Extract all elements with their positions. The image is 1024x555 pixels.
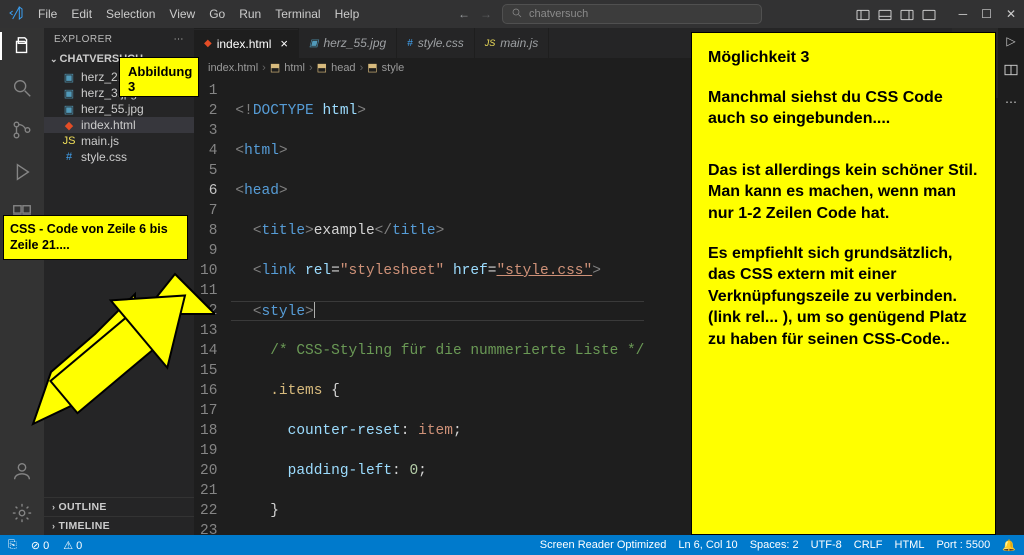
annotation-title: Möglichkeit 3 <box>708 47 979 69</box>
annotation-p1: Manchmal siehst du CSS Code auch so eing… <box>708 87 979 130</box>
status-remote-icon[interactable]: ⎘ <box>8 539 17 552</box>
file-label: style.css <box>81 150 127 164</box>
file-item[interactable]: ◆ index.html <box>44 117 194 133</box>
image-icon: ▣ <box>62 102 76 116</box>
chevron-right-icon: › <box>52 521 55 531</box>
menu-selection[interactable]: Selection <box>100 5 161 23</box>
html-icon: ◆ <box>62 118 76 132</box>
tab-label: herz_55.jpg <box>323 36 386 50</box>
menu-view[interactable]: View <box>163 5 201 23</box>
menu-go[interactable]: Go <box>203 5 231 23</box>
tab-label: style.css <box>418 36 464 50</box>
breadcrumb-item[interactable]: head <box>331 62 355 74</box>
chevron-down-icon: ⌄ <box>50 54 58 65</box>
outline-section[interactable]: › OUTLINE <box>44 497 194 516</box>
annotation-explain: Möglichkeit 3 Manchmal siehst du CSS Cod… <box>691 32 996 535</box>
js-icon: JS <box>485 38 496 48</box>
status-eol[interactable]: CRLF <box>854 539 883 552</box>
timeline-section[interactable]: › TIMELINE <box>44 516 194 535</box>
activity-settings-icon[interactable] <box>10 501 34 525</box>
status-ln-col[interactable]: Ln 6, Col 10 <box>678 539 737 552</box>
activity-account-icon[interactable] <box>10 459 34 483</box>
annotation-p3: Es empfiehlt sich grundsätzlich, das CSS… <box>708 243 979 351</box>
html-icon: ◆ <box>204 38 212 49</box>
nav-back-icon[interactable]: ← <box>458 7 470 21</box>
main-menu: File Edit Selection View Go Run Terminal… <box>32 5 365 23</box>
activity-debug-icon[interactable] <box>10 160 34 184</box>
search-icon <box>511 7 523 22</box>
outline-label: OUTLINE <box>59 501 107 513</box>
status-bar: ⎘ ⊘ 0 ⚠ 0 Screen Reader Optimized Ln 6, … <box>0 535 1024 555</box>
tab-label: index.html <box>217 37 272 51</box>
menu-terminal[interactable]: Terminal <box>269 5 326 23</box>
layout-right-icon[interactable] <box>899 7 913 21</box>
editor-actions: ▷ ⋯ <box>998 28 1024 535</box>
status-errors[interactable]: ⊘ 0 <box>31 539 49 552</box>
image-icon: ▣ <box>62 86 76 100</box>
status-bell-icon[interactable]: 🔔 <box>1002 539 1016 552</box>
tab-label: main.js <box>500 36 538 50</box>
tab-main-js[interactable]: JS main.js <box>475 28 550 58</box>
window-minimize-icon[interactable]: ─ <box>959 7 968 21</box>
annotation-p2: Das ist allerdings kein schöner Stil. Ma… <box>708 160 979 225</box>
menu-help[interactable]: Help <box>329 5 366 23</box>
breadcrumb-item[interactable]: index.html <box>208 62 258 74</box>
image-icon: ▣ <box>309 38 318 49</box>
annotation-arrow-icon <box>15 254 215 447</box>
file-label: index.html <box>81 118 136 132</box>
css-icon: # <box>407 38 413 49</box>
status-warnings[interactable]: ⚠ 0 <box>63 539 82 552</box>
annotation-abbildung: Abbildung 3 <box>119 57 199 97</box>
layout-bottom-icon[interactable] <box>877 7 891 21</box>
tab-index-html[interactable]: ◆ index.html × <box>194 28 299 58</box>
chevron-right-icon: › <box>262 62 266 74</box>
menu-run[interactable]: Run <box>233 5 267 23</box>
layout-side-icon[interactable] <box>855 7 869 21</box>
nav-forward-icon[interactable]: → <box>480 7 492 21</box>
breadcrumb-item[interactable]: style <box>382 62 405 74</box>
menu-file[interactable]: File <box>32 5 63 23</box>
menu-edit[interactable]: Edit <box>65 5 98 23</box>
tab-style-css[interactable]: # style.css <box>397 28 475 58</box>
file-item[interactable]: # style.css <box>44 149 194 165</box>
activity-scm-icon[interactable] <box>10 118 34 142</box>
chevron-right-icon: › <box>52 502 55 512</box>
status-port[interactable]: Port : 5500 <box>936 539 990 552</box>
vscode-logo-icon <box>8 5 24 24</box>
css-icon: # <box>62 150 76 164</box>
js-icon: JS <box>62 134 76 148</box>
timeline-label: TIMELINE <box>59 520 110 532</box>
chevron-right-icon: › <box>360 62 364 74</box>
window-close-icon[interactable]: ✕ <box>1006 7 1016 21</box>
code-content[interactable]: <!DOCTYPE html> <html> <head> <title>exa… <box>231 78 644 535</box>
search-placeholder: chatversuch <box>529 8 588 20</box>
close-icon[interactable]: × <box>280 36 288 51</box>
title-bar: File Edit Selection View Go Run Terminal… <box>0 0 1024 28</box>
file-label: main.js <box>81 134 119 148</box>
split-icon[interactable] <box>1003 62 1019 81</box>
activity-explorer-icon[interactable] <box>10 34 34 58</box>
chevron-right-icon: › <box>309 62 313 74</box>
more-icon[interactable]: ⋯ <box>1005 95 1017 109</box>
file-label: herz_55.jpg <box>81 102 144 116</box>
status-lang[interactable]: HTML <box>895 539 925 552</box>
run-icon[interactable]: ▷ <box>1006 34 1015 48</box>
layout-full-icon[interactable] <box>921 7 935 21</box>
file-item[interactable]: JS main.js <box>44 133 194 149</box>
tab-herz-55[interactable]: ▣ herz_55.jpg <box>299 28 397 58</box>
explorer-more-icon[interactable]: ⋯ <box>174 34 185 45</box>
image-icon: ▣ <box>62 70 76 84</box>
window-maximize-icon[interactable]: ☐ <box>981 7 992 21</box>
command-center[interactable]: chatversuch <box>502 4 762 24</box>
explorer-title: EXPLORER <box>54 34 112 45</box>
status-spaces[interactable]: Spaces: 2 <box>750 539 799 552</box>
breadcrumb-item[interactable]: html <box>284 62 305 74</box>
status-screen-reader[interactable]: Screen Reader Optimized <box>540 539 667 552</box>
file-item[interactable]: ▣ herz_55.jpg <box>44 101 194 117</box>
activity-search-icon[interactable] <box>10 76 34 100</box>
status-encoding[interactable]: UTF-8 <box>811 539 842 552</box>
